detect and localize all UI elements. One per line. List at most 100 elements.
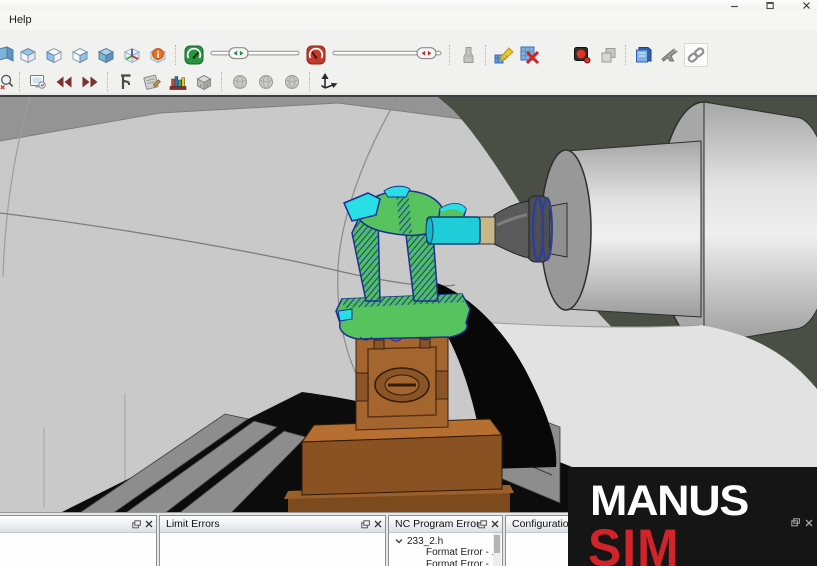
error-tree: 233_2.h Format Error - ... Format Error … bbox=[389, 533, 502, 566]
window-controls bbox=[729, 1, 811, 9]
jet-icon bbox=[659, 44, 681, 66]
tree-node-error[interactable]: Format Error - ... bbox=[395, 547, 502, 559]
tool-display-button[interactable] bbox=[456, 43, 480, 67]
view-cube-left-icon bbox=[44, 45, 64, 65]
toolbar-separator bbox=[19, 72, 21, 92]
watermark-line1: MANUS bbox=[590, 480, 817, 523]
toolbar-row-1 bbox=[0, 42, 709, 68]
collision-sphere-1-button[interactable] bbox=[228, 70, 252, 94]
record-icon bbox=[572, 45, 592, 65]
gauge-red-icon bbox=[305, 44, 327, 66]
collision-sphere-2-button[interactable] bbox=[254, 70, 278, 94]
monitor-view-button[interactable] bbox=[26, 70, 50, 94]
tool-shank bbox=[427, 217, 480, 244]
toolbar-separator bbox=[221, 72, 223, 92]
close-button[interactable] bbox=[801, 1, 811, 9]
maximize-button[interactable] bbox=[765, 1, 775, 9]
coordinate-axes-button[interactable] bbox=[316, 70, 340, 94]
axes-icon bbox=[318, 72, 338, 92]
sphere-icon bbox=[230, 72, 250, 92]
limit-errors-header[interactable]: Limit Errors bbox=[160, 516, 385, 533]
sphere-icon bbox=[282, 72, 302, 92]
float-pin-icon[interactable] bbox=[132, 520, 141, 529]
feedrate-slider[interactable] bbox=[209, 42, 301, 69]
toolbar-area bbox=[0, 30, 817, 93]
view-cube-info-icon bbox=[148, 45, 168, 65]
view-cube-axes-button[interactable] bbox=[120, 43, 144, 67]
watermark-line2: SIM bbox=[588, 521, 817, 566]
float-pin-icon[interactable] bbox=[361, 520, 370, 529]
nc-program-errors-body[interactable]: 233_2.h Format Error - ... Format Error … bbox=[389, 533, 502, 566]
view-cube-right-button[interactable] bbox=[68, 43, 92, 67]
tree-node-file[interactable]: 233_2.h bbox=[395, 535, 502, 547]
nc-program-errors-header[interactable]: NC Program Errors bbox=[389, 516, 502, 533]
view-cube-top-icon bbox=[18, 45, 38, 65]
menu-help[interactable]: Help bbox=[0, 10, 41, 29]
view-cube-front-icon bbox=[0, 45, 14, 65]
record-simulation-button[interactable] bbox=[570, 43, 594, 67]
tool-collar bbox=[479, 217, 495, 244]
step-forward-button[interactable] bbox=[78, 70, 102, 94]
session-log-button[interactable] bbox=[140, 70, 164, 94]
maximize-icon bbox=[766, 1, 775, 10]
close-panel-icon[interactable] bbox=[374, 520, 382, 528]
panel-unnamed-header[interactable] bbox=[0, 516, 156, 533]
panel-limit-errors: Limit Errors bbox=[159, 515, 386, 566]
feedrate-gauge-button[interactable] bbox=[182, 43, 206, 67]
tree-node-error[interactable]: Format Error - bbox=[395, 559, 502, 566]
measure-button[interactable] bbox=[114, 70, 138, 94]
view-cube-axes-icon bbox=[122, 45, 142, 65]
monitor-icon bbox=[28, 72, 48, 92]
clear-cut-marks-button[interactable] bbox=[492, 43, 516, 67]
step-backward-button[interactable] bbox=[52, 70, 76, 94]
notebook-icon bbox=[141, 71, 163, 93]
zoom-select-button[interactable] bbox=[0, 70, 14, 94]
tool-display-icon bbox=[458, 45, 478, 65]
float-pin-icon[interactable] bbox=[478, 520, 487, 529]
panel-nc-program-errors: NC Program Errors 233_2.h Format Error -… bbox=[388, 515, 503, 566]
delete-cuts-button[interactable] bbox=[518, 43, 542, 67]
minimize-button[interactable] bbox=[729, 1, 739, 9]
report-folders-button[interactable] bbox=[632, 43, 656, 67]
rapid-slider[interactable] bbox=[331, 42, 443, 69]
rapid-slider-handle[interactable] bbox=[417, 47, 436, 58]
feedrate-slider-handle[interactable] bbox=[229, 47, 248, 58]
limit-errors-body[interactable] bbox=[160, 533, 385, 566]
toolbar-separator bbox=[309, 72, 311, 92]
manus-sim-application-window: { "titlebar": { "controls": ["minimize",… bbox=[0, 0, 817, 566]
collision-sphere-3-button[interactable] bbox=[280, 70, 304, 94]
tool-holder-flange bbox=[527, 196, 550, 262]
brush-icon bbox=[493, 44, 515, 66]
link-views-button[interactable] bbox=[684, 43, 708, 67]
view-cube-front-button[interactable] bbox=[0, 43, 14, 67]
view-cube-top-button[interactable] bbox=[16, 43, 40, 67]
statistics-button[interactable] bbox=[166, 70, 190, 94]
toolbar-row-2 bbox=[0, 69, 341, 95]
toolbar-separator bbox=[449, 45, 451, 65]
panel-title: Limit Errors bbox=[166, 518, 361, 530]
scrollbar[interactable] bbox=[493, 533, 501, 566]
close-panel-icon[interactable] bbox=[805, 519, 813, 527]
view-cube-iso-button[interactable] bbox=[94, 43, 118, 67]
panel-title: NC Program Errors bbox=[395, 518, 478, 530]
panel-unnamed-body[interactable] bbox=[0, 533, 156, 566]
nc-file-name: 233_2.h bbox=[407, 536, 443, 547]
rapid-gauge-button[interactable] bbox=[304, 43, 328, 67]
titlebar[interactable] bbox=[0, 0, 817, 10]
simulation-viewport[interactable] bbox=[0, 95, 817, 514]
folders-icon bbox=[633, 44, 655, 66]
toolbar-separator bbox=[625, 45, 627, 65]
view-cube-left-button[interactable] bbox=[42, 43, 66, 67]
view-cube-info-button[interactable] bbox=[146, 43, 170, 67]
scrollbar-thumb[interactable] bbox=[494, 535, 500, 553]
view-cube-right-icon bbox=[70, 45, 90, 65]
sphere-icon bbox=[256, 72, 276, 92]
delete-cuts-icon bbox=[519, 44, 541, 66]
close-panel-icon[interactable] bbox=[145, 520, 153, 528]
fly-through-button[interactable] bbox=[658, 43, 682, 67]
close-icon bbox=[802, 1, 811, 10]
close-panel-icon[interactable] bbox=[491, 520, 499, 528]
float-pin-icon[interactable] bbox=[791, 518, 800, 527]
copy-button[interactable] bbox=[596, 43, 620, 67]
stock-box-button[interactable] bbox=[192, 70, 216, 94]
